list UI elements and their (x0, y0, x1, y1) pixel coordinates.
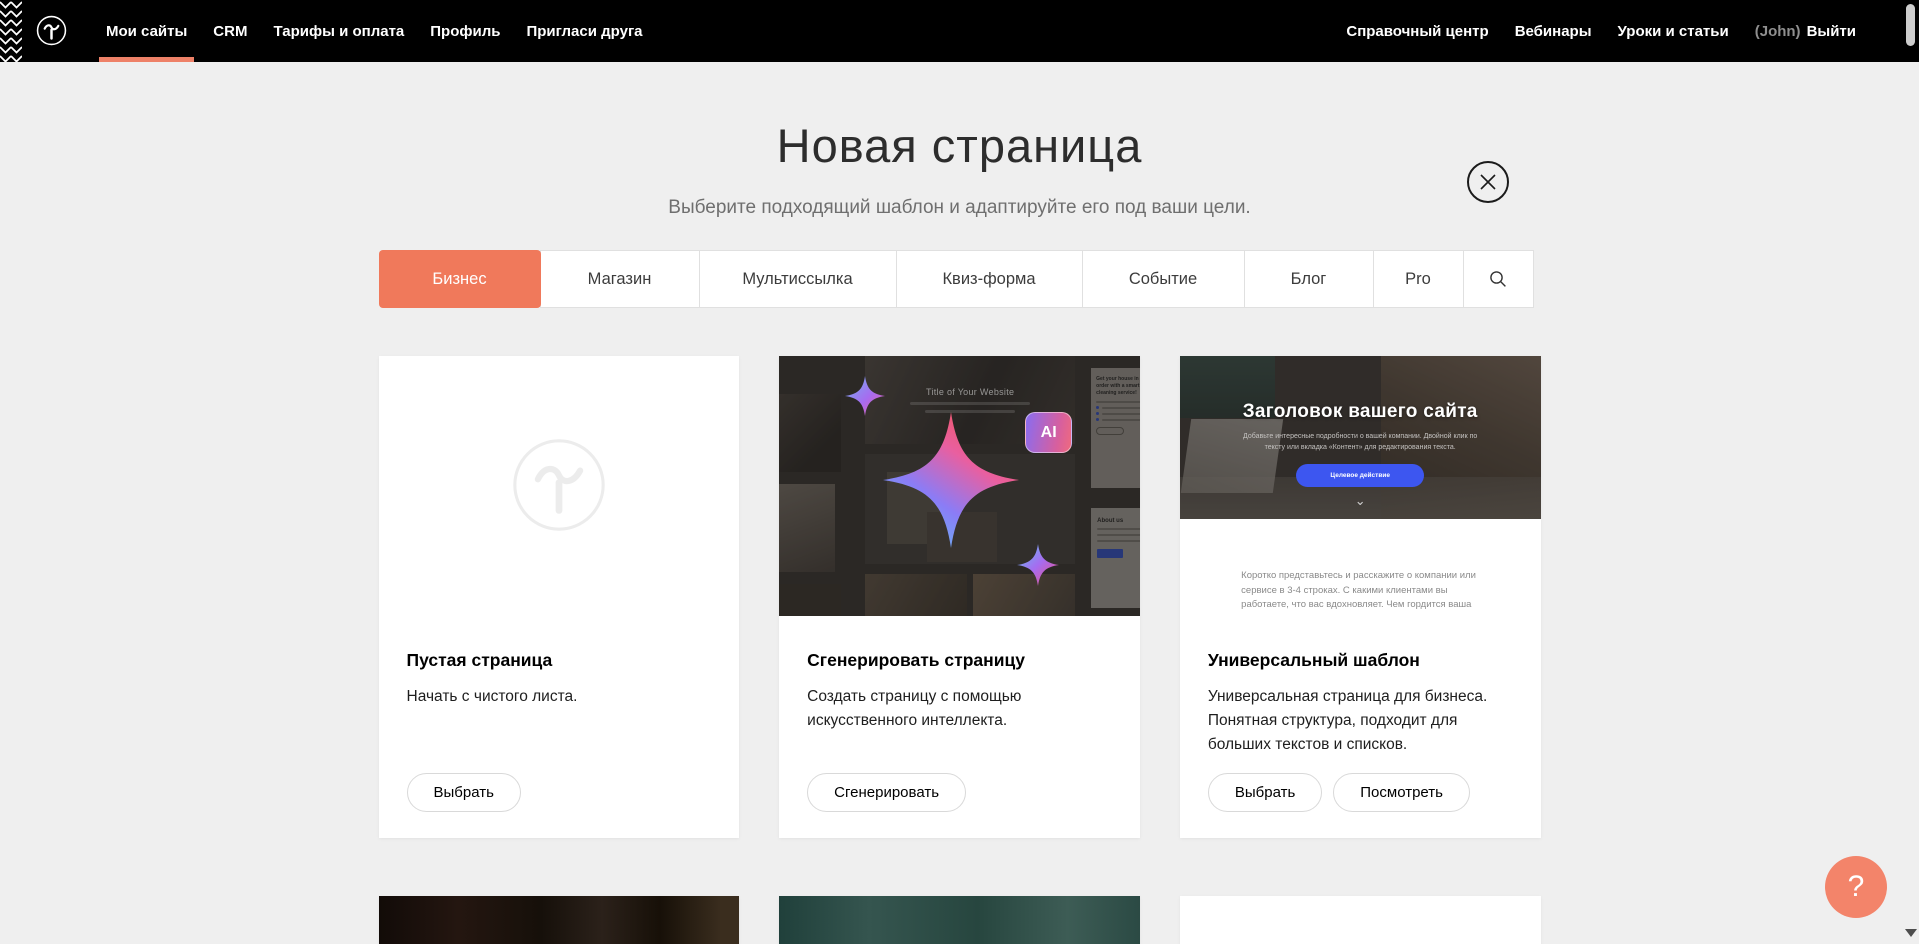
template-preview (1180, 896, 1541, 944)
user-name: (John) (1755, 23, 1801, 40)
template-preview (379, 896, 740, 944)
template-hero-subtitle: Добавьте интересные подробности о вашей … (1235, 432, 1485, 453)
template-preview (779, 896, 1140, 944)
template-category-tabs: Бизнес Магазин Мультиссылка Квиз-форма С… (379, 250, 1541, 308)
logout-link[interactable]: Выйти (1807, 23, 1856, 40)
template-card-universal[interactable]: Заголовок вашего сайта Добавьте интересн… (1180, 356, 1541, 838)
template-body-text: Коротко представьтесь и расскажите о ком… (1241, 569, 1479, 616)
template-card-ai-generate[interactable]: Title of Your Website Get your house in … (779, 356, 1140, 838)
card-description: Начать с чистого листа. (407, 685, 707, 709)
help-button[interactable]: ? (1825, 856, 1887, 918)
nav-my-sites[interactable]: Мои сайты (93, 0, 200, 62)
ai-sparkle-icon (845, 376, 885, 416)
close-button[interactable] (1467, 161, 1509, 203)
template-card[interactable] (779, 896, 1140, 944)
nav-crm[interactable]: CRM (200, 0, 260, 62)
tab-event[interactable]: Событие (1082, 250, 1245, 308)
card-title: Универсальный шаблон (1208, 650, 1513, 671)
search-icon (1489, 270, 1507, 288)
tilda-templates-screen: Мои сайты CRM Тарифы и оплата Профиль Пр… (0, 0, 1919, 944)
card-title: Пустая страница (407, 650, 712, 671)
blank-page-preview (379, 356, 740, 616)
nav-lessons[interactable]: Уроки и статьи (1605, 0, 1742, 62)
tab-pro[interactable]: Pro (1373, 250, 1464, 308)
card-body: Универсальный шаблон Универсальная стран… (1180, 616, 1541, 838)
hero-content: Заголовок вашего сайта Добавьте интересн… (1180, 356, 1541, 519)
template-hero-section: Заголовок вашего сайта Добавьте интересн… (1180, 356, 1541, 519)
tab-shop[interactable]: Магазин (540, 250, 700, 308)
templates-grid: Пустая страница Начать с чистого листа. … (379, 356, 1541, 838)
page-subtitle: Выберите подходящий шаблон и адаптируйте… (379, 197, 1541, 219)
zigzag-pattern-decoration (0, 0, 22, 62)
user-logout[interactable]: (John) Выйти (1742, 0, 1869, 62)
nav-profile[interactable]: Профиль (417, 0, 513, 62)
ai-sparkle-icon (1017, 544, 1059, 586)
ai-sparkle-icon (883, 412, 1019, 548)
choose-button[interactable]: Выбрать (407, 773, 521, 812)
tilda-logo-icon[interactable] (36, 15, 67, 46)
tab-blog[interactable]: Блог (1244, 250, 1374, 308)
main-nav: Мои сайты CRM Тарифы и оплата Профиль Пр… (93, 0, 656, 62)
page-title: Новая страница (379, 118, 1541, 173)
scrollbar-thumb[interactable] (1906, 4, 1915, 46)
ai-badge: AI (1025, 412, 1072, 453)
template-card[interactable] (1180, 896, 1541, 944)
tilda-watermark-icon (511, 437, 607, 533)
template-hero-title: Заголовок вашего сайта (1243, 401, 1478, 423)
tab-search-button[interactable] (1463, 250, 1534, 308)
card-actions: Сгенерировать (807, 773, 966, 812)
template-text-section: Коротко представьтесь и расскажите о ком… (1180, 519, 1541, 616)
top-navigation-bar: Мои сайты CRM Тарифы и оплата Профиль Пр… (0, 0, 1919, 62)
template-card-blank[interactable]: Пустая страница Начать с чистого листа. … (379, 356, 740, 838)
new-page-dialog: Новая страница Выберите подходящий шабло… (379, 62, 1541, 944)
template-cta-button: Целевое действие (1296, 464, 1424, 487)
card-description: Универсальная страница для бизнеса. Поня… (1208, 685, 1508, 757)
choose-button[interactable]: Выбрать (1208, 773, 1322, 812)
card-actions: Выбрать (407, 773, 521, 812)
nav-pricing[interactable]: Тарифы и оплата (260, 0, 417, 62)
card-actions: Выбрать Посмотреть (1208, 773, 1470, 812)
card-description: Создать страницу с помощью искусственног… (807, 685, 1107, 733)
nav-help-center[interactable]: Справочный центр (1333, 0, 1501, 62)
card-body: Сгенерировать страницу Создать страницу … (779, 616, 1140, 838)
ai-collage-preview: Title of Your Website Get your house in … (779, 356, 1140, 616)
template-card[interactable] (379, 896, 740, 944)
templates-grid-row2 (379, 896, 1541, 944)
generate-button[interactable]: Сгенерировать (807, 773, 966, 812)
nav-invite-friend[interactable]: Пригласи друга (513, 0, 655, 62)
nav-webinars[interactable]: Вебинары (1502, 0, 1605, 62)
secondary-nav: Справочный центр Вебинары Уроки и статьи… (1333, 0, 1869, 62)
close-icon (1480, 174, 1496, 190)
card-title: Сгенерировать страницу (807, 650, 1112, 671)
vertical-scrollbar[interactable] (1902, 0, 1919, 944)
tab-multilink[interactable]: Мультиссылка (699, 250, 897, 308)
tab-quiz-form[interactable]: Квиз-форма (896, 250, 1083, 308)
card-body: Пустая страница Начать с чистого листа. … (379, 616, 740, 838)
universal-template-preview: Заголовок вашего сайта Добавьте интересн… (1180, 356, 1541, 616)
scrollbar-down-arrow-icon[interactable] (1905, 929, 1917, 937)
tab-business[interactable]: Бизнес (379, 250, 541, 308)
view-button[interactable]: Посмотреть (1333, 773, 1470, 812)
chevron-down-icon: ⌄ (1355, 497, 1366, 505)
